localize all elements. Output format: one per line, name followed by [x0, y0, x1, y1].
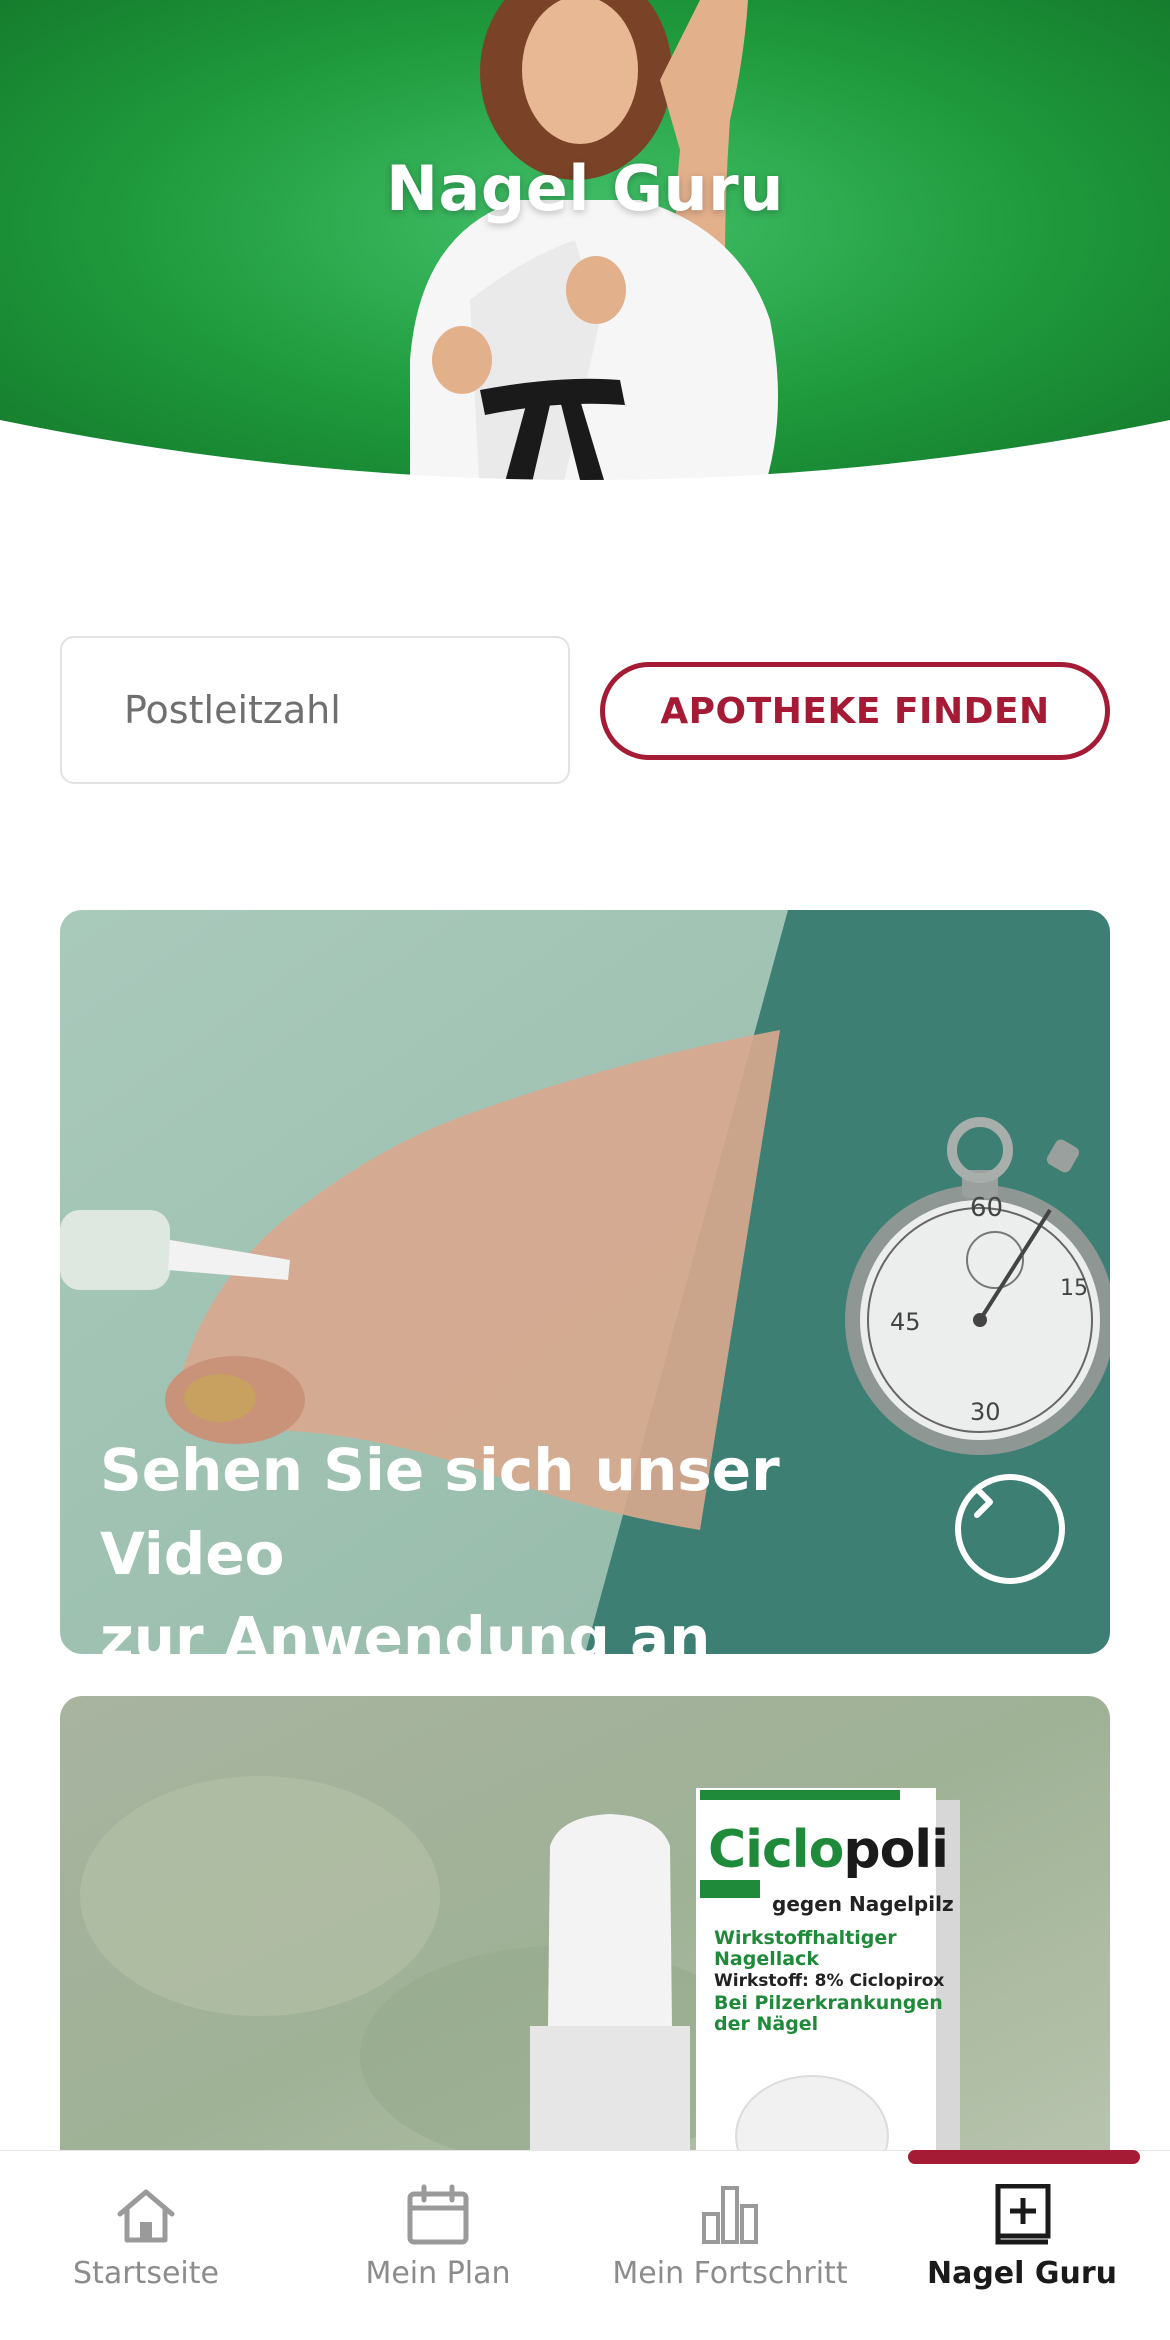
- svg-text:60: 60: [970, 1193, 1003, 1223]
- calendar-icon: [406, 2184, 470, 2246]
- bar-chart-icon: [698, 2184, 762, 2246]
- product-line-2: Wirkstoff: 8% Ciclopirox: [714, 1971, 945, 1991]
- video-card[interactable]: 60 15 45 30 Sehen Sie sich unser Video z…: [60, 910, 1110, 1654]
- postal-code-input[interactable]: [60, 636, 570, 784]
- tab-label: Mein Plan: [365, 2256, 511, 2291]
- hero-banner: Nagel Guru: [0, 0, 1170, 500]
- find-pharmacy-button[interactable]: APOTHEKE FINDEN: [600, 662, 1110, 760]
- product-card[interactable]: Ciclopoli gegen Nagelpilz Wirkstoffhalti…: [60, 1696, 1110, 2176]
- tab-mein-plan[interactable]: Mein Plan: [292, 2150, 584, 2300]
- tab-startseite[interactable]: Startseite: [0, 2150, 292, 2300]
- hero-image: [0, 0, 1170, 500]
- video-title-line-1: Sehen Sie sich unser Video: [100, 1436, 780, 1588]
- book-plus-icon: [990, 2184, 1054, 2246]
- tab-label: Startseite: [73, 2256, 219, 2291]
- tab-mein-fortschritt[interactable]: Mein Fortschritt: [584, 2150, 876, 2300]
- svg-text:45: 45: [890, 1308, 921, 1336]
- product-line-3: Bei Pilzerkrankungen der Nägel: [714, 1992, 943, 2035]
- product-subtitle: gegen Nagelpilz: [772, 1892, 954, 1916]
- video-card-title: Sehen Sie sich unser Video zur Anwendung…: [100, 1428, 940, 1654]
- tab-nagel-guru[interactable]: Nagel Guru: [876, 2150, 1168, 2300]
- home-icon: [114, 2184, 178, 2246]
- product-brand: Ciclopoli: [708, 1820, 949, 1880]
- video-title-line-2: zur Anwendung an: [100, 1604, 711, 1654]
- page-title: Nagel Guru: [386, 152, 784, 225]
- tab-label: Nagel Guru: [926, 2256, 1118, 2291]
- tab-label: Mein Fortschritt: [612, 2256, 848, 2291]
- chevron-right-icon: [974, 1486, 993, 1518]
- svg-text:15: 15: [1060, 1276, 1088, 1301]
- open-video-button[interactable]: [955, 1474, 1065, 1584]
- product-line-1: Wirkstoffhaltiger Nagellack: [714, 1927, 897, 1970]
- product-image: [60, 1696, 1110, 2176]
- svg-text:30: 30: [970, 1398, 1001, 1426]
